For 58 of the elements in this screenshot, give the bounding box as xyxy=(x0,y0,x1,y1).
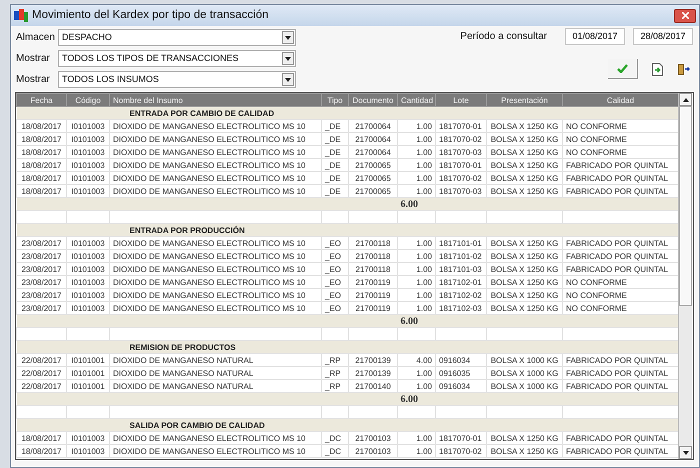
table-cell: DIOXIDO DE MANGANESO ELECTROLITICO MS 10 xyxy=(110,432,322,444)
checkmark-icon xyxy=(617,64,628,73)
group-heading: REMISION DE PRODUCTOS xyxy=(110,340,678,354)
group-total: 6.00 xyxy=(398,314,678,328)
group-heading: SALIDA POR CAMBIO DE CALIDAD xyxy=(110,418,678,432)
filter-label: Mostrar xyxy=(16,52,51,66)
table-cell: DIOXIDO DE MANGANESO ELECTROLITICO MS 10 xyxy=(110,444,322,458)
dropdown-button[interactable] xyxy=(282,52,294,65)
dropdown-field[interactable]: TODOS LOS INSUMOS xyxy=(58,71,296,88)
close-button[interactable] xyxy=(674,8,696,22)
table-cell: BOLSA X 1000 KG xyxy=(486,354,562,366)
export-icon[interactable] xyxy=(652,62,663,76)
date-field[interactable]: 28/08/2017 xyxy=(633,28,693,45)
table-cell: _DC xyxy=(322,444,348,458)
window-title: Movimiento del Kardex por tipo de transacción xyxy=(32,8,269,23)
caret-icon xyxy=(285,78,291,82)
table-cell: 21700103 xyxy=(348,444,398,458)
app-icon xyxy=(14,9,28,22)
group-heading: ENTRADA POR PRODUCCIÓN xyxy=(110,224,678,236)
table-cell: BOLSA X 1250 KG xyxy=(486,444,562,458)
table-cell: 18/08/2017 xyxy=(16,444,66,458)
table-cell: I0101003 xyxy=(66,444,110,458)
table-cell: DIOXIDO DE MANGANESO ELECTROLITICO MS 10 xyxy=(110,236,322,250)
column-header[interactable]: Nombre del Insumo xyxy=(110,94,322,106)
scroll-thumb[interactable] xyxy=(679,106,692,306)
scrollbar[interactable] xyxy=(678,93,692,459)
table-cell: 1817070-02 xyxy=(436,444,486,458)
group-total: 6.00 xyxy=(398,392,678,406)
column-header[interactable]: Fecha xyxy=(16,94,66,106)
exit-door-icon[interactable] xyxy=(677,62,690,76)
period-label: Período a consultar xyxy=(460,30,547,44)
group-total: 6.00 xyxy=(398,198,678,210)
caret-icon xyxy=(285,36,291,40)
column-header[interactable]: Presentación xyxy=(486,94,562,106)
filter-label: Mostrar xyxy=(16,73,51,87)
table-cell: 23/08/2017 xyxy=(16,236,66,250)
table-cell: 18/08/2017 xyxy=(16,120,66,132)
date-field[interactable]: 01/08/2017 xyxy=(565,28,625,45)
table-cell: 22/08/2017 xyxy=(16,354,66,366)
up-arrow-icon xyxy=(682,98,688,102)
scroll-down-button[interactable] xyxy=(679,446,692,459)
group-heading: ENTRADA POR CAMBIO DE CALIDAD xyxy=(110,106,678,120)
table-cell: 18/08/2017 xyxy=(16,432,66,444)
table-cell: 1.00 xyxy=(398,444,436,458)
table-cell: BOLSA X 1250 KG xyxy=(486,120,562,132)
table-cell: DIOXIDO DE MANGANESO ELECTROLITICO MS 10 xyxy=(110,120,322,132)
table-cell: BOLSA X 1250 KG xyxy=(486,236,562,250)
dropdown-button[interactable] xyxy=(282,73,294,86)
scroll-up-button[interactable] xyxy=(679,93,692,106)
down-arrow-icon xyxy=(682,450,688,454)
dropdown-field[interactable]: DESPACHO xyxy=(58,29,296,46)
dropdown-button[interactable] xyxy=(282,31,294,44)
table-cell: DIOXIDO DE MANGANESO NATURAL xyxy=(110,354,322,366)
dropdown-field[interactable]: TODOS LOS TIPOS DE TRANSACCIONES xyxy=(58,50,296,67)
table-cell: BOLSA X 1250 KG xyxy=(486,432,562,444)
close-icon xyxy=(682,12,688,19)
caret-icon xyxy=(285,56,291,60)
filter-label: Almacen xyxy=(16,31,56,45)
